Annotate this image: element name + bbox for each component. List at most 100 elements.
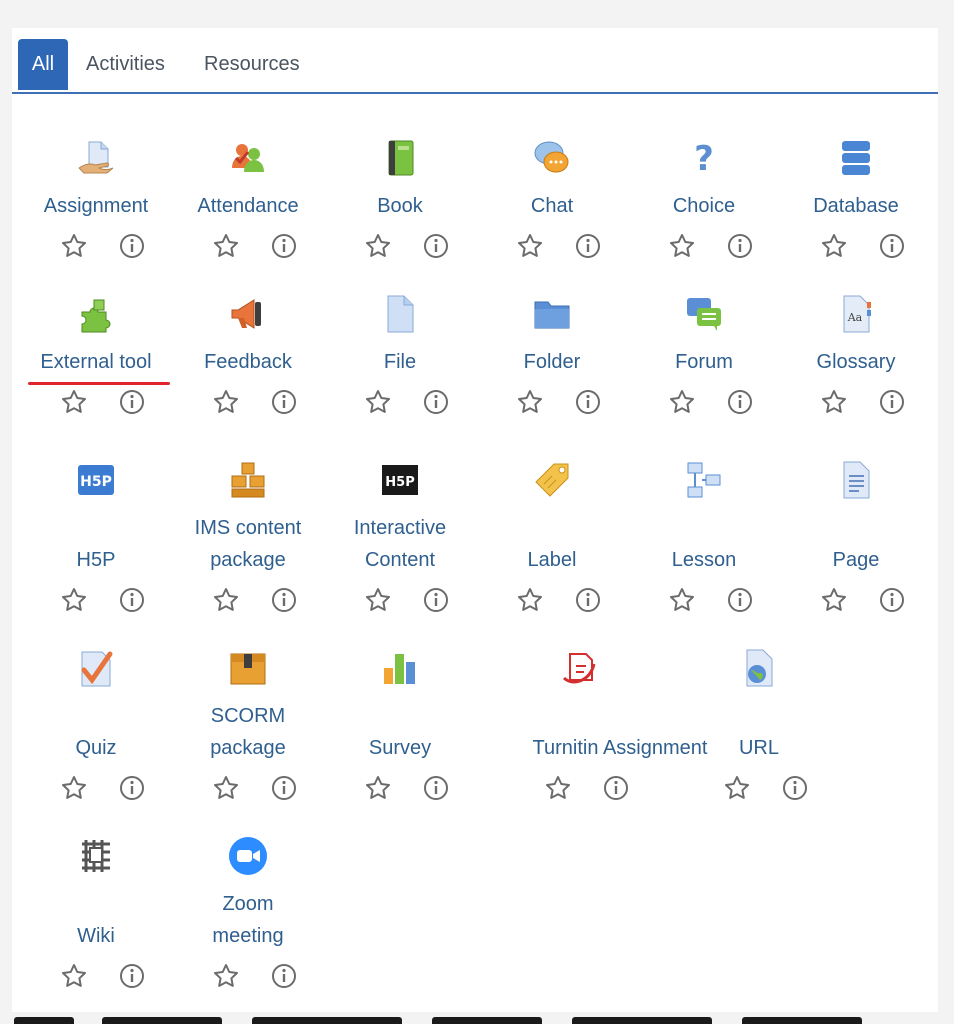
star-icon[interactable] [212, 774, 240, 802]
activity-attendance[interactable]: Attendance [172, 138, 324, 318]
star-icon[interactable] [212, 388, 240, 416]
info-icon[interactable] [118, 586, 146, 614]
info-icon[interactable] [878, 232, 906, 260]
info-icon[interactable] [602, 774, 630, 802]
star-icon[interactable] [544, 774, 572, 802]
zoom-icon [228, 836, 268, 876]
info-icon[interactable] [574, 388, 602, 416]
info-icon[interactable] [270, 388, 298, 416]
info-icon[interactable] [118, 388, 146, 416]
activity-turnitin-assignment[interactable]: Turnitin Assignment [504, 648, 707, 828]
star-icon[interactable] [60, 774, 88, 802]
activity-label: Quiz [75, 737, 117, 759]
h5p-icon: H5P [76, 460, 116, 500]
activity-glossary[interactable]: Aa Glossary [780, 294, 932, 474]
activity-label: Zoom [222, 893, 274, 915]
activity-interactive-content[interactable]: H5P Interactive Content [324, 460, 476, 640]
activity-h5p[interactable]: H5P H5P [20, 460, 172, 640]
info-icon[interactable] [726, 388, 754, 416]
activity-scorm-package[interactable]: SCORM package [172, 648, 324, 828]
info-icon[interactable] [270, 232, 298, 260]
attendance-icon [228, 138, 268, 178]
info-icon[interactable] [118, 962, 146, 990]
star-icon[interactable] [723, 774, 751, 802]
info-icon[interactable] [422, 774, 450, 802]
star-icon[interactable] [60, 388, 88, 416]
info-icon[interactable] [574, 232, 602, 260]
star-icon[interactable] [60, 232, 88, 260]
activity-url[interactable]: URL [683, 648, 835, 828]
activity-chooser-panel: All Activities Resources Assignment Atten… [12, 28, 938, 1012]
star-icon[interactable] [212, 962, 240, 990]
info-icon[interactable] [270, 774, 298, 802]
label-icon [532, 460, 572, 500]
activity-choice[interactable]: ? Choice [628, 138, 780, 318]
url-icon [739, 648, 779, 688]
svg-text:Aa: Aa [847, 311, 863, 324]
activity-chat[interactable]: Chat [476, 138, 628, 318]
star-icon[interactable] [516, 388, 544, 416]
lesson-icon [684, 460, 724, 500]
activity-label: Attendance [197, 195, 299, 217]
activity-page[interactable]: Page [780, 460, 932, 640]
info-icon[interactable] [781, 774, 809, 802]
info-icon[interactable] [270, 962, 298, 990]
activity-actions [628, 586, 780, 616]
activity-external-tool[interactable]: External tool [20, 294, 172, 474]
star-icon[interactable] [364, 388, 392, 416]
info-icon[interactable] [878, 388, 906, 416]
info-icon[interactable] [878, 586, 906, 614]
info-icon[interactable] [118, 774, 146, 802]
activity-forum[interactable]: Forum [628, 294, 780, 474]
activity-book[interactable]: Book [324, 138, 476, 318]
activity-label: Label [527, 549, 577, 571]
activity-zoom-meeting[interactable]: Zoom meeting [172, 836, 324, 1016]
star-icon[interactable] [212, 586, 240, 614]
activity-actions [628, 388, 780, 418]
star-icon[interactable] [516, 232, 544, 260]
activity-actions [628, 232, 780, 262]
activity-wiki[interactable]: Wiki [20, 836, 172, 1016]
star-icon[interactable] [364, 586, 392, 614]
activity-label: Wiki [77, 925, 115, 947]
star-icon[interactable] [668, 586, 696, 614]
chat-icon [532, 138, 572, 178]
star-icon[interactable] [60, 586, 88, 614]
activity-lesson[interactable]: Lesson [628, 460, 780, 640]
info-icon[interactable] [726, 232, 754, 260]
info-icon[interactable] [270, 586, 298, 614]
star-icon[interactable] [820, 586, 848, 614]
book-icon [380, 138, 420, 178]
star-icon[interactable] [60, 962, 88, 990]
activity-ims-content-package[interactable]: IMS content package [172, 460, 324, 640]
activity-folder[interactable]: Folder [476, 294, 628, 474]
star-icon[interactable] [364, 232, 392, 260]
star-icon[interactable] [516, 586, 544, 614]
svg-text:?: ? [694, 139, 714, 178]
star-icon[interactable] [820, 388, 848, 416]
activity-actions [476, 388, 628, 418]
activity-database[interactable]: Database [780, 138, 932, 318]
star-icon[interactable] [668, 388, 696, 416]
info-icon[interactable] [574, 586, 602, 614]
activity-label: SCORM [210, 705, 286, 727]
star-icon[interactable] [364, 774, 392, 802]
info-icon[interactable] [118, 232, 146, 260]
info-icon[interactable] [422, 388, 450, 416]
star-icon[interactable] [668, 232, 696, 260]
info-icon[interactable] [422, 232, 450, 260]
activity-survey[interactable]: Survey [324, 648, 476, 828]
star-icon[interactable] [820, 232, 848, 260]
file-icon [380, 294, 420, 334]
star-icon[interactable] [212, 232, 240, 260]
activity-label: H5P [76, 549, 116, 571]
info-icon[interactable] [422, 586, 450, 614]
activity-assignment[interactable]: Assignment [20, 138, 172, 318]
activity-label: Choice [672, 195, 736, 217]
activity-label[interactable]: Label [476, 460, 628, 640]
activity-quiz[interactable]: Quiz [20, 648, 172, 828]
scorm-icon [228, 648, 268, 688]
activity-file[interactable]: File [324, 294, 476, 474]
info-icon[interactable] [726, 586, 754, 614]
activity-feedback[interactable]: Feedback [172, 294, 324, 474]
